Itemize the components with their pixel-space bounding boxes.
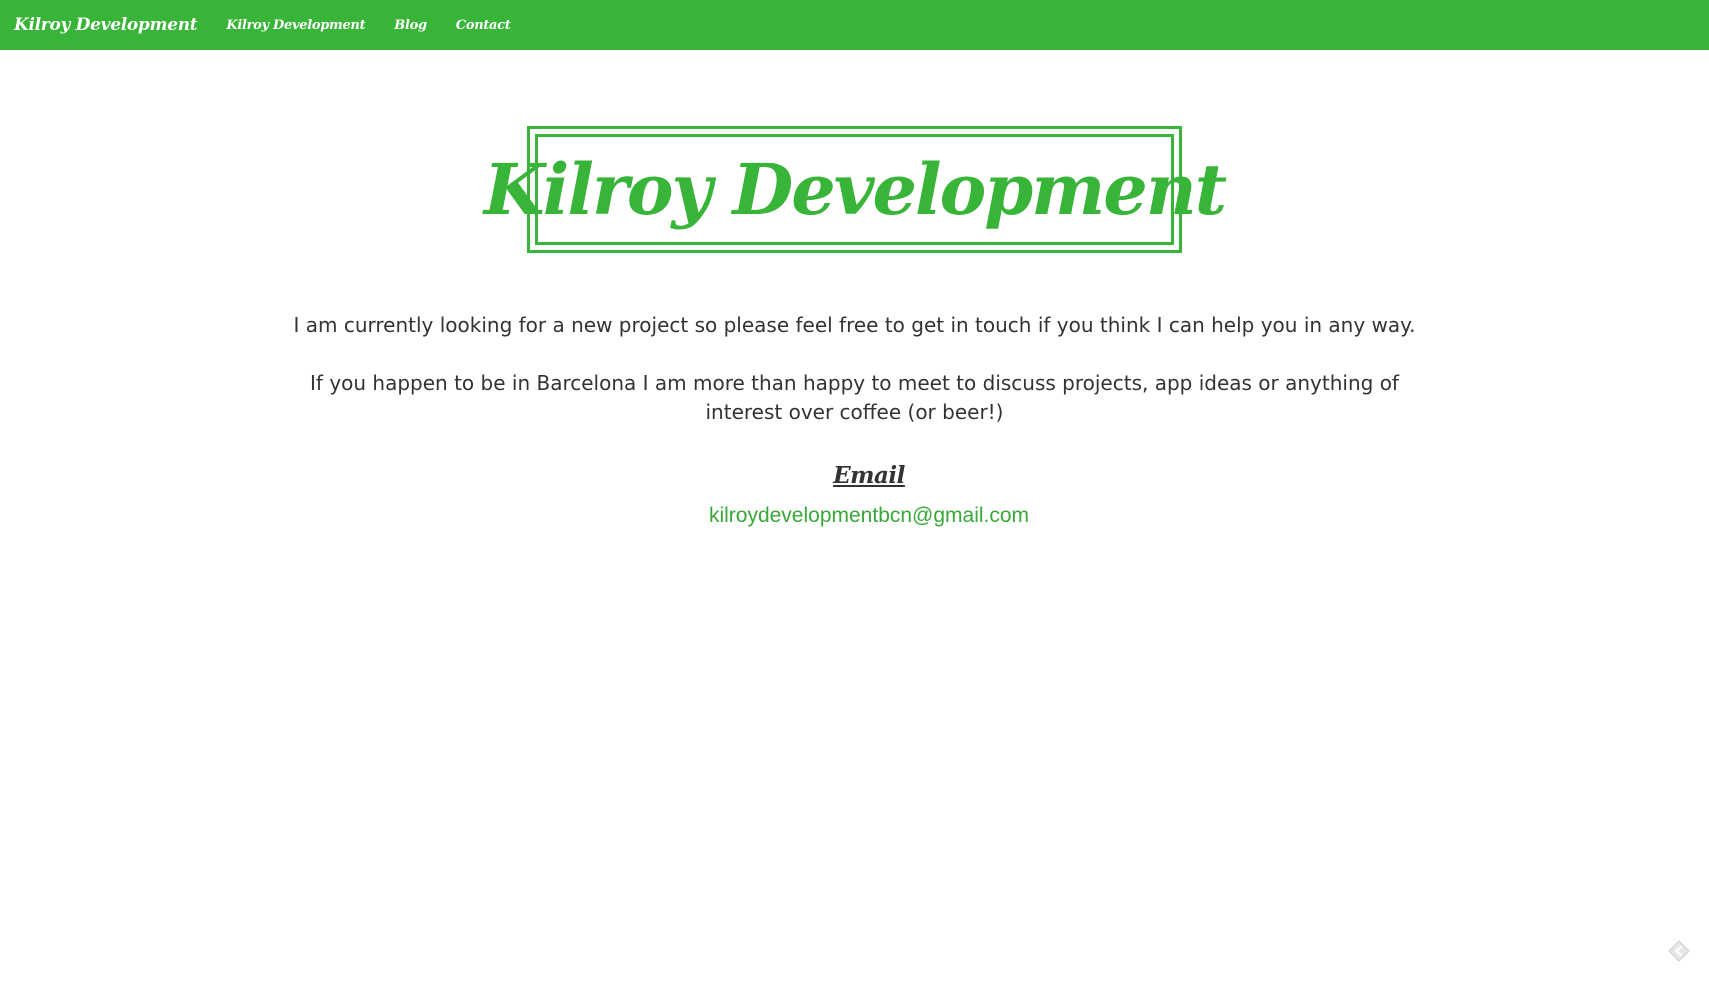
- email-link[interactable]: kilroydevelopmentbcn@gmail.com: [0, 504, 1709, 528]
- email-heading: Email: [833, 462, 905, 489]
- nav-link-contact[interactable]: Contact: [456, 18, 511, 33]
- barcelona-paragraph: If you happen to be in Barcelona I am mo…: [0, 369, 1709, 427]
- nav-link-kilroy-development[interactable]: Kilroy Development: [226, 18, 365, 33]
- nav-link-blog[interactable]: Blog: [394, 18, 427, 33]
- navbar-brand[interactable]: Kilroy Development: [14, 15, 198, 35]
- logo-title: Kilroy Development: [483, 147, 1227, 231]
- top-navbar: Kilroy Development Kilroy Development Bl…: [0, 0, 1709, 50]
- back-arrow-icon[interactable]: [1667, 939, 1691, 963]
- barcelona-paragraph-text: If you happen to be in Barcelona I am mo…: [310, 371, 1399, 424]
- logo-frame: Kilroy Development: [484, 126, 1227, 253]
- logo-inner-frame: Kilroy Development: [484, 134, 1227, 245]
- intro-paragraph: I am currently looking for a new project…: [293, 313, 1416, 337]
